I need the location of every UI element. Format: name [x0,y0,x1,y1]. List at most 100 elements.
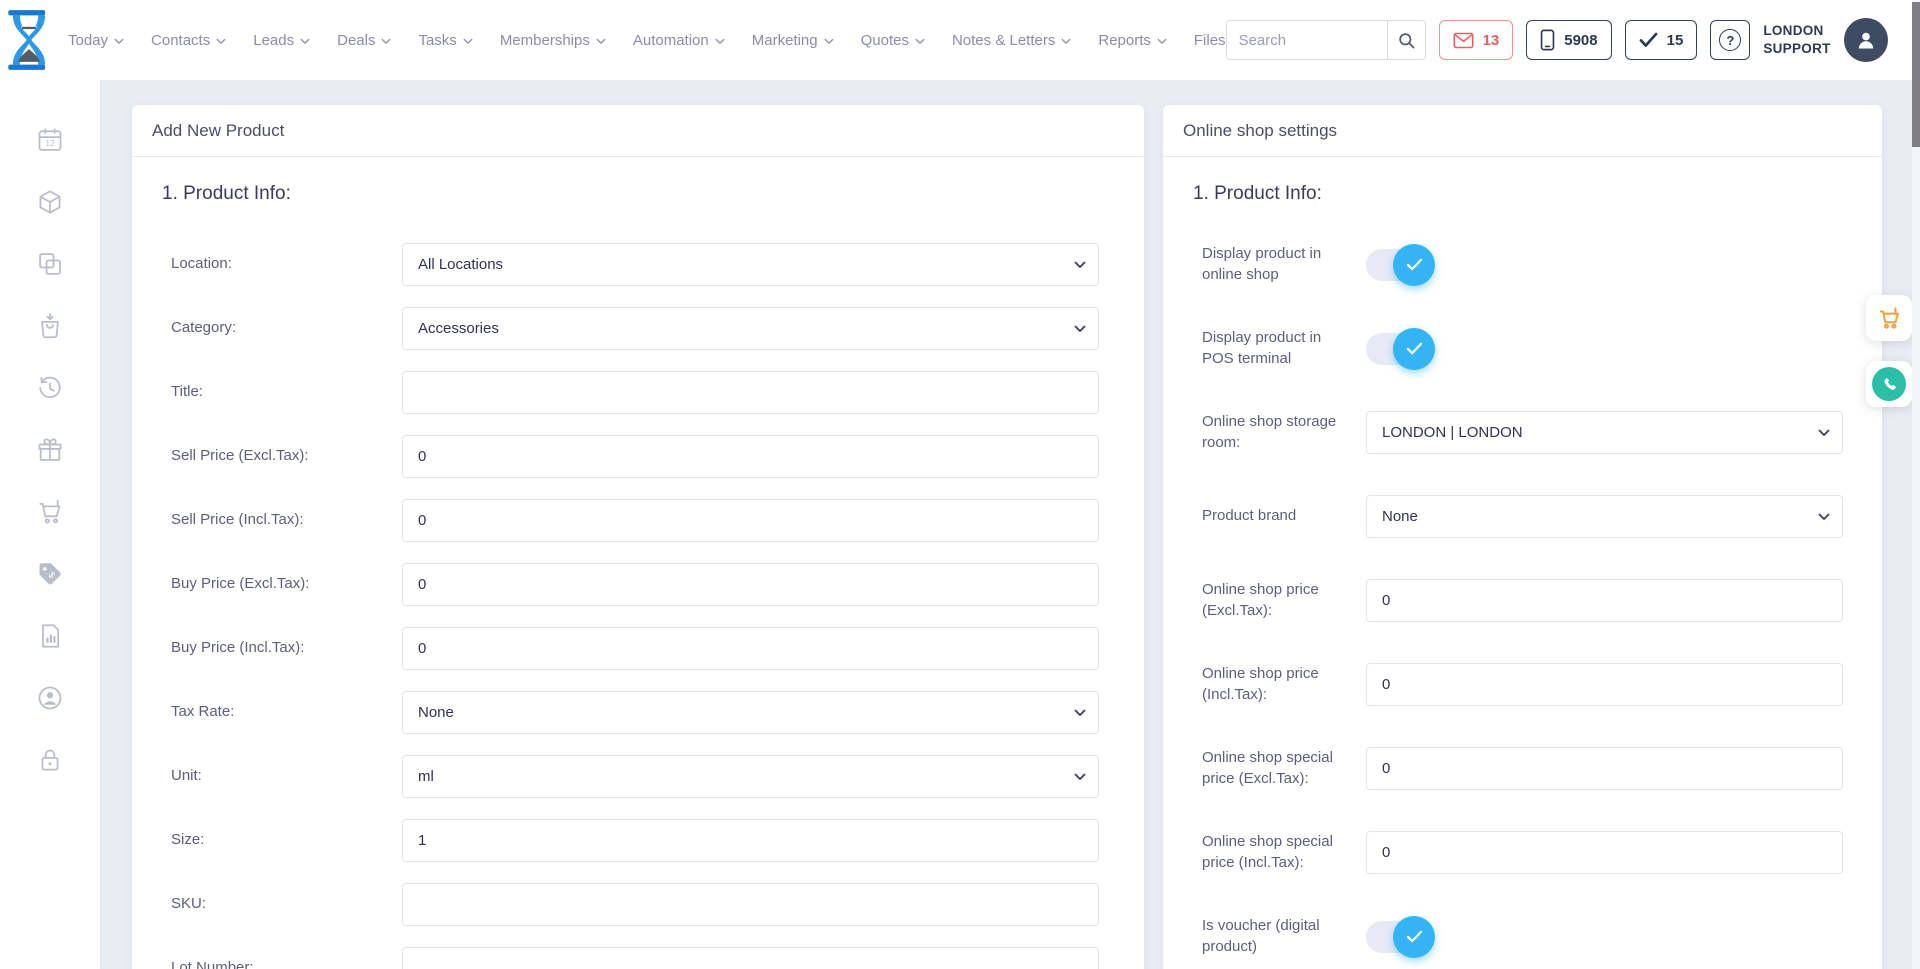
form-row-is-voucher-digital-product: Is voucher (digital product) [1202,915,1848,958]
toggle-knob [1393,244,1435,286]
field-label: Sell Price (Excl.Tax): [171,446,402,466]
nav-item-leads[interactable]: Leads [253,32,310,49]
form-row-online-shop-special-price-excl-tax: Online shop special price (Excl.Tax): [1202,747,1848,790]
form-row-location: Location:All Locations [171,243,1110,286]
field-label: Online shop price (Excl.Tax): [1202,580,1366,621]
nav-item-deals[interactable]: Deals [337,32,391,49]
report-icon[interactable] [36,622,64,650]
chevron-down-icon [216,38,226,45]
field-label: Online shop price (Incl.Tax): [1202,664,1366,705]
product-brand-select[interactable]: None [1366,495,1843,538]
card-title: Add New Product [132,105,1144,157]
field-label: Lot Number: [171,958,402,969]
lot-number-input[interactable] [402,947,1099,969]
display-product-in-pos-terminal-toggle[interactable] [1366,333,1432,365]
phone-icon [1880,375,1898,393]
nav-item-reports[interactable]: Reports [1098,32,1167,49]
topbar-right-cluster: 13 5908 15 ? LONDON SUPPORT [1226,18,1888,62]
support-icon[interactable] [36,684,64,712]
card-title: Online shop settings [1163,105,1882,157]
chevron-down-icon [915,38,925,45]
user-avatar[interactable] [1844,18,1888,62]
buy-price-incl-tax-input[interactable] [402,627,1099,670]
online-shop-special-price-incl-tax-input[interactable] [1366,831,1843,874]
sell-price-excl-tax-input[interactable] [402,435,1099,478]
online-shop-price-incl-tax-input[interactable] [1366,663,1843,706]
app-logo[interactable] [0,9,58,71]
search-button[interactable] [1387,21,1425,59]
nav-item-contacts[interactable]: Contacts [151,32,226,49]
field-label: Sell Price (Incl.Tax): [171,510,402,530]
tasks-count: 15 [1667,32,1684,49]
package-icon[interactable] [36,188,64,216]
online-shop-price-excl-tax-input[interactable] [1366,579,1843,622]
nav-item-files[interactable]: Files [1194,32,1226,49]
phone-call-button[interactable] [1866,361,1912,407]
field-label: Buy Price (Incl.Tax): [171,638,402,658]
messages-count: 13 [1483,32,1500,49]
nav-item-tasks[interactable]: Tasks [418,32,472,49]
scrollbar-thumb[interactable] [1912,2,1920,147]
lock-icon[interactable] [36,746,64,774]
nav-item-automation[interactable]: Automation [633,32,725,49]
nav-item-quotes[interactable]: Quotes [861,32,925,49]
sku-input[interactable] [402,883,1099,926]
location-select[interactable]: All Locations [402,243,1099,286]
envelope-icon [1453,32,1474,49]
form-row-unit: Unit:ml [171,755,1110,798]
page-body: 12 $ Add New Product 1. Product Info: Loc… [0,80,1920,969]
left-icon-sidebar: 12 $ [0,80,100,969]
size-input[interactable] [402,819,1099,862]
add-new-product-card: Add New Product 1. Product Info: Locatio… [132,105,1144,969]
tasks-badge[interactable]: 15 [1625,20,1698,60]
calendar-icon[interactable]: 12 [36,126,64,154]
nav-item-marketing[interactable]: Marketing [752,32,834,49]
nav-item-today[interactable]: Today [68,32,124,49]
check-icon [1406,930,1423,943]
nav-item-memberships[interactable]: Memberships [500,32,606,49]
online-shop-cart-button[interactable] [1866,295,1912,341]
chevron-down-icon [824,38,834,45]
search-input[interactable] [1227,21,1387,59]
copy-icon[interactable] [36,250,64,278]
nav-item-label: Memberships [500,32,590,49]
category-select[interactable]: Accessories [402,307,1099,350]
help-button[interactable]: ? [1710,20,1750,60]
price-tag-icon[interactable]: $ [36,560,64,588]
bag-receive-icon[interactable] [36,312,64,340]
display-product-in-online-shop-toggle[interactable] [1366,249,1432,281]
nav-item-label: Automation [633,32,709,49]
tax-rate-select[interactable]: None [402,691,1099,734]
buy-price-excl-tax-input[interactable] [402,563,1099,606]
online-shop-settings-card: Online shop settings 1. Product Info: Di… [1163,105,1882,969]
gift-icon[interactable] [36,436,64,464]
vertical-scrollbar[interactable] [1912,0,1920,969]
nav-item-notes-letters[interactable]: Notes & Letters [952,32,1071,49]
toggle-knob [1393,328,1435,370]
form-row-sell-price-excl-tax: Sell Price (Excl.Tax): [171,435,1110,478]
title-input[interactable] [402,371,1099,414]
sell-price-incl-tax-input[interactable] [402,499,1099,542]
floating-action-stack [1866,295,1912,407]
form-row-online-shop-price-excl-tax: Online shop price (Excl.Tax): [1202,579,1848,622]
nav-item-label: Reports [1098,32,1151,49]
online-shop-special-price-excl-tax-input[interactable] [1366,747,1843,790]
unit-select[interactable]: ml [402,755,1099,798]
nav-item-label: Quotes [861,32,909,49]
field-label: Category: [171,318,402,338]
field-label: SKU: [171,894,402,914]
form-row-lot-number: Lot Number: [171,947,1110,969]
cart-icon[interactable] [36,498,64,526]
field-label: Online shop special price (Incl.Tax): [1202,832,1366,873]
form-row-sku: SKU: [171,883,1110,926]
messages-badge[interactable]: 13 [1439,20,1514,60]
chevron-down-icon [715,38,725,45]
form-row-online-shop-storage-room: Online shop storage room:LONDON | LONDON [1202,411,1848,454]
history-icon[interactable] [36,374,64,402]
online-shop-storage-room-select[interactable]: LONDON | LONDON [1366,411,1843,454]
phone-badge[interactable]: 5908 [1526,20,1611,60]
nav-item-label: Files [1194,32,1226,49]
is-voucher-digital-product-toggle[interactable] [1366,921,1432,953]
chevron-down-icon [381,38,391,45]
nav-item-label: Notes & Letters [952,32,1055,49]
